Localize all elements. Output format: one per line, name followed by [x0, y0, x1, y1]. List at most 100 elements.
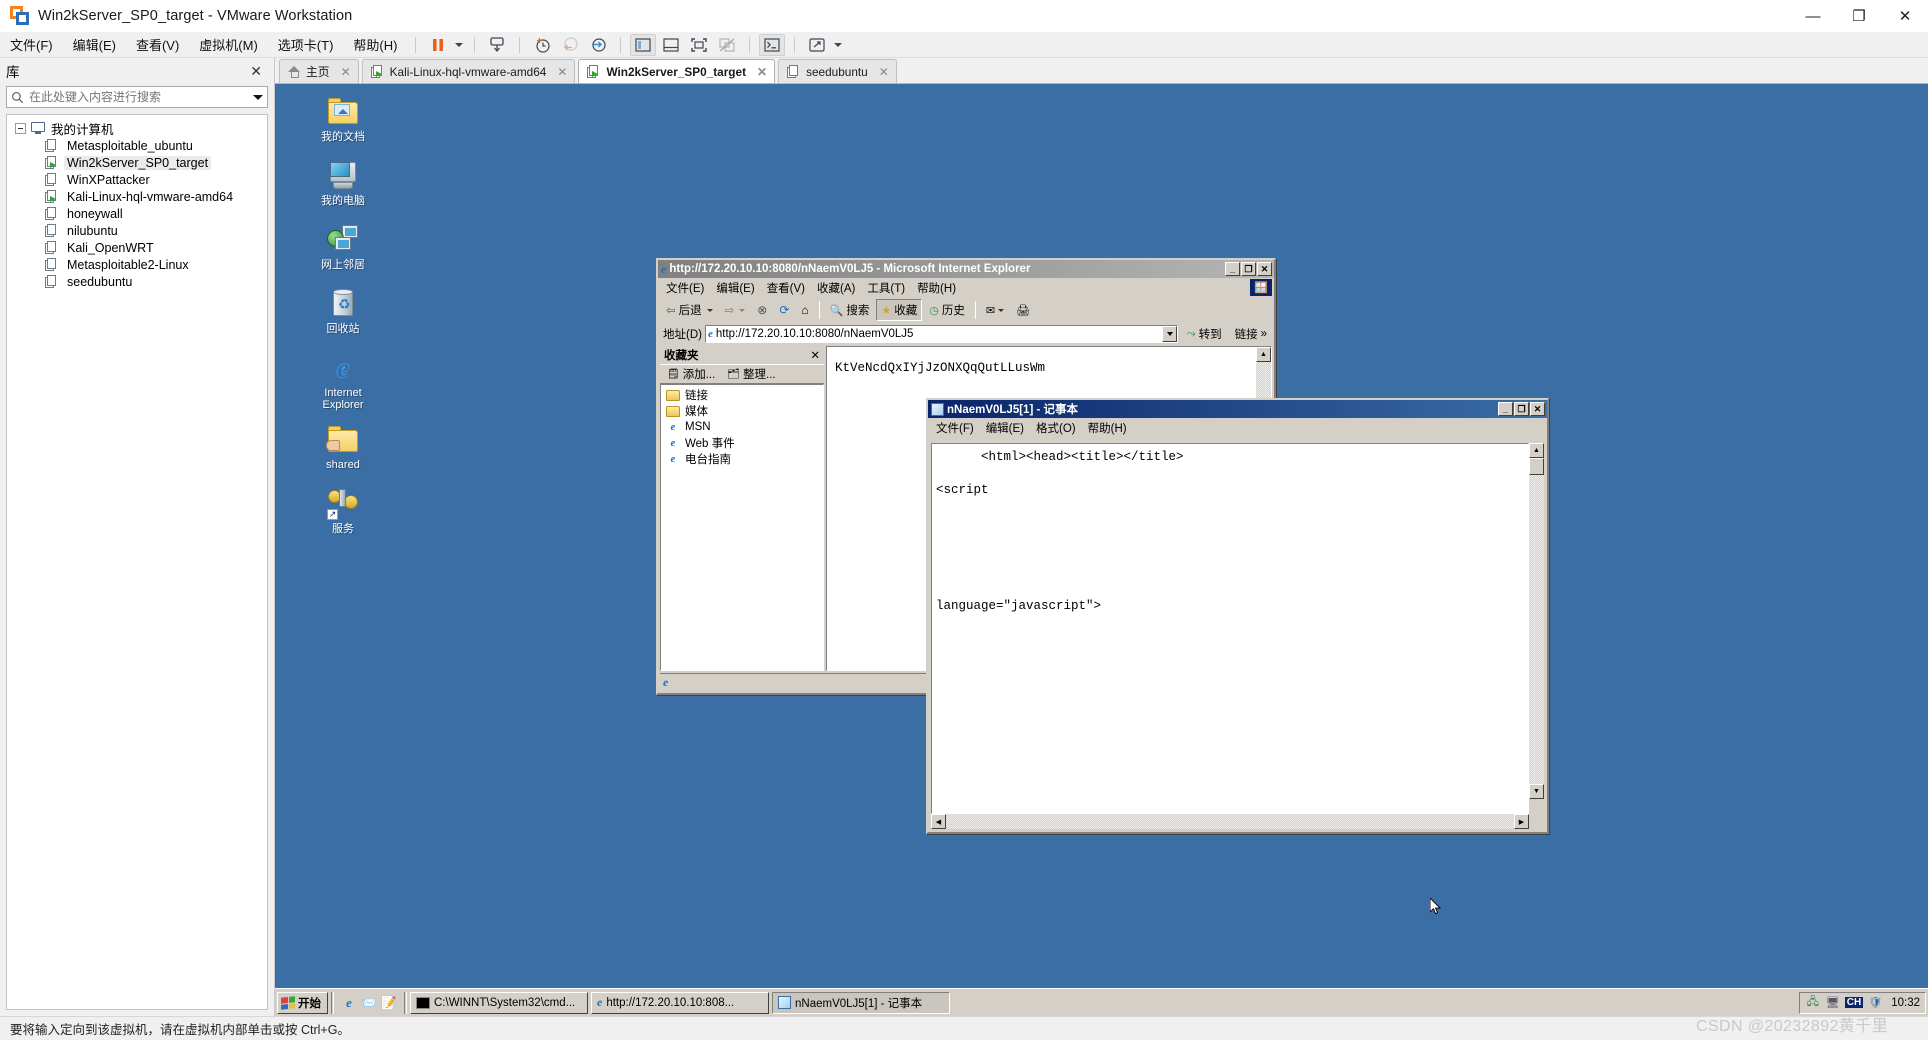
stretch-icon[interactable] [804, 34, 830, 56]
library-item-win2kserver-sp0-target[interactable]: Win2kServer_SP0_target [7, 154, 267, 171]
tab-win2kserver-sp0-target[interactable]: Win2kServer_SP0_target ✕ [578, 59, 776, 83]
favorites-item-links[interactable]: 链接 [661, 387, 823, 403]
maximize-button[interactable]: ❐ [1836, 0, 1882, 32]
notepad-titlebar[interactable]: nNaemV0LJ5[1] - 记事本 _ ❐ ✕ [928, 400, 1547, 418]
fullscreen-icon[interactable] [686, 34, 712, 56]
outlook-quicklaunch-icon[interactable]: 📨 [360, 994, 378, 1012]
refresh-button[interactable]: ⟳ [774, 300, 794, 320]
power-dropdown[interactable] [452, 34, 466, 56]
library-item-seedubuntu[interactable]: seedubuntu [7, 273, 267, 290]
mail-button[interactable]: ✉ [981, 301, 1009, 320]
menu-help[interactable]: 帮助(H) [344, 32, 406, 57]
go-button[interactable]: ⤳ 转到 [1181, 323, 1226, 345]
network-tray-icon[interactable]: 🖧 [1805, 995, 1821, 1011]
scroll-right-button[interactable]: ▶ [1514, 814, 1529, 829]
start-button[interactable]: 开始 [277, 991, 328, 1014]
scroll-left-button[interactable]: ◀ [931, 814, 946, 829]
desktop-icon-recycle-bin[interactable]: ♻ 回收站 [306, 288, 380, 335]
tree-expander-icon[interactable] [15, 123, 26, 134]
library-search-box[interactable] [6, 86, 268, 108]
desktop-quicklaunch-icon[interactable]: 📝 [380, 994, 398, 1012]
revert-snapshot-button[interactable] [557, 34, 583, 56]
taskbar-item-ie[interactable]: e http://172.20.10.10:808... [591, 991, 769, 1014]
snapshot-manager-button[interactable] [585, 34, 611, 56]
notepad-horizontal-scrollbar[interactable]: ◀ ▶ [931, 814, 1544, 829]
tab-seedubuntu[interactable]: seedubuntu ✕ [778, 59, 897, 83]
tab-close-icon[interactable]: ✕ [876, 65, 892, 79]
stretch-dropdown[interactable] [831, 34, 845, 56]
notepad-menu-format[interactable]: 格式(O) [1030, 418, 1082, 438]
tab-close-icon[interactable]: ✕ [338, 65, 354, 79]
ie-maximize-button[interactable]: ❐ [1241, 262, 1256, 276]
address-dropdown-icon[interactable] [1162, 326, 1178, 342]
home-button[interactable]: ⌂ [796, 300, 813, 320]
ie-menu-file[interactable]: 文件(E) [660, 278, 710, 298]
desktop-icon-my-computer[interactable]: 我的电脑 [306, 160, 380, 207]
chevron-down-icon[interactable] [739, 308, 746, 312]
favorites-close-icon[interactable]: ✕ [810, 348, 820, 362]
tree-root-my-computer[interactable]: 我的计算机 [7, 120, 267, 137]
library-item-kali-linux-hql-vmware-amd64[interactable]: Kali-Linux-hql-vmware-amd64 [7, 188, 267, 205]
menu-file[interactable]: 文件(F) [1, 32, 62, 57]
thumbnail-bar-icon[interactable] [658, 34, 684, 56]
library-item-metasploitable2-linux[interactable]: Metasploitable2-Linux [7, 256, 267, 273]
menu-edit[interactable]: 编辑(E) [64, 32, 125, 57]
search-input[interactable] [27, 89, 249, 105]
minimize-button[interactable]: — [1790, 0, 1836, 32]
take-snapshot-button[interactable] [529, 34, 555, 56]
ime-tray-icon[interactable]: CH [1844, 997, 1864, 1008]
ie-menu-help[interactable]: 帮助(H) [911, 278, 962, 298]
menu-vm[interactable]: 虚拟机(M) [190, 32, 267, 57]
taskbar-item-notepad[interactable]: nNaemV0LJ5[1] - 记事本 [772, 991, 950, 1014]
ie-minimize-button[interactable]: _ [1225, 262, 1240, 276]
unity-mode-icon[interactable] [714, 34, 740, 56]
notepad-minimize-button[interactable]: _ [1498, 402, 1513, 416]
library-item-winxpattacker[interactable]: WinXPattacker [7, 171, 267, 188]
ie-titlebar[interactable]: e http://172.20.10.10:8080/nNaemV0LJ5 - … [658, 260, 1274, 278]
library-tree[interactable]: 我的计算机 Metasploitable_ubuntu Win2kServer_… [6, 114, 268, 1010]
address-input[interactable]: e http://172.20.10.10:8080/nNaemV0LJ5 [704, 325, 1179, 343]
scroll-up-button[interactable]: ▲ [1256, 347, 1271, 362]
tab-home[interactable]: 主页 ✕ [279, 59, 359, 83]
favorites-add-button[interactable]: 🗒 添加... [664, 364, 718, 384]
scroll-track[interactable] [1529, 475, 1544, 784]
favorites-organize-button[interactable]: 🗂 整理... [724, 364, 778, 384]
library-item-nilubuntu[interactable]: nilubuntu [7, 222, 267, 239]
chevron-down-icon[interactable] [249, 94, 267, 100]
tab-kali-linux-hql-vmware-amd64[interactable]: Kali-Linux-hql-vmware-amd64 ✕ [361, 59, 576, 83]
shield-warning-icon[interactable]: 🛡 [1867, 995, 1883, 1011]
library-panel-icon[interactable] [630, 33, 657, 56]
search-button[interactable]: 🔍 搜索 [825, 299, 875, 321]
notepad-menu-file[interactable]: 文件(F) [930, 418, 980, 438]
scroll-thumb[interactable] [1529, 458, 1544, 475]
guest-os-screen[interactable]: 我的文档 我的电脑 网上邻居 ♻ 回收站 e Internet Explorer… [275, 84, 1928, 1016]
ie-menu-edit[interactable]: 编辑(E) [710, 278, 760, 298]
library-close-icon[interactable]: ✕ [246, 63, 266, 80]
stop-button[interactable]: ⊗ [752, 300, 772, 320]
ie-quicklaunch-icon[interactable]: e [340, 994, 358, 1012]
scroll-up-button[interactable]: ▲ [1529, 443, 1544, 458]
ie-menu-view[interactable]: 查看(V) [761, 278, 811, 298]
ie-menu-tools[interactable]: 工具(T) [861, 278, 911, 298]
links-more-icon[interactable]: » [1261, 328, 1267, 340]
desktop-icon-network-neighborhood[interactable]: 网上邻居 [306, 224, 380, 271]
notepad-window[interactable]: nNaemV0LJ5[1] - 记事本 _ ❐ ✕ 文件(F) 编辑(E) 格式… [926, 398, 1549, 834]
favorites-item-media[interactable]: 媒体 [661, 403, 823, 419]
notepad-menu-edit[interactable]: 编辑(E) [980, 418, 1030, 438]
ie-close-button[interactable]: ✕ [1257, 262, 1272, 276]
notepad-vertical-scrollbar[interactable]: ▲ ▼ [1529, 443, 1544, 799]
console-icon[interactable] [759, 33, 786, 56]
forward-button[interactable]: ⇨ [720, 300, 751, 320]
menu-tabs[interactable]: 选项卡(T) [269, 32, 343, 57]
desktop-icon-internet-explorer[interactable]: e Internet Explorer [306, 352, 380, 412]
history-button[interactable]: ◷ 历史 [924, 299, 970, 321]
notepad-text-area[interactable]: <html><head><title></title> <script lang… [931, 443, 1529, 814]
display-tray-icon[interactable]: 🖥 [1825, 995, 1841, 1011]
favorites-item-web-events[interactable]: e Web 事件 [661, 435, 823, 451]
scroll-track[interactable] [946, 814, 1514, 829]
desktop-icon-my-documents[interactable]: 我的文档 [306, 96, 380, 143]
notepad-maximize-button[interactable]: ❐ [1514, 402, 1529, 416]
scroll-down-button[interactable]: ▼ [1529, 784, 1544, 799]
tab-close-icon[interactable]: ✕ [554, 65, 570, 79]
favorites-item-radio-guide[interactable]: e 电台指南 [661, 451, 823, 467]
